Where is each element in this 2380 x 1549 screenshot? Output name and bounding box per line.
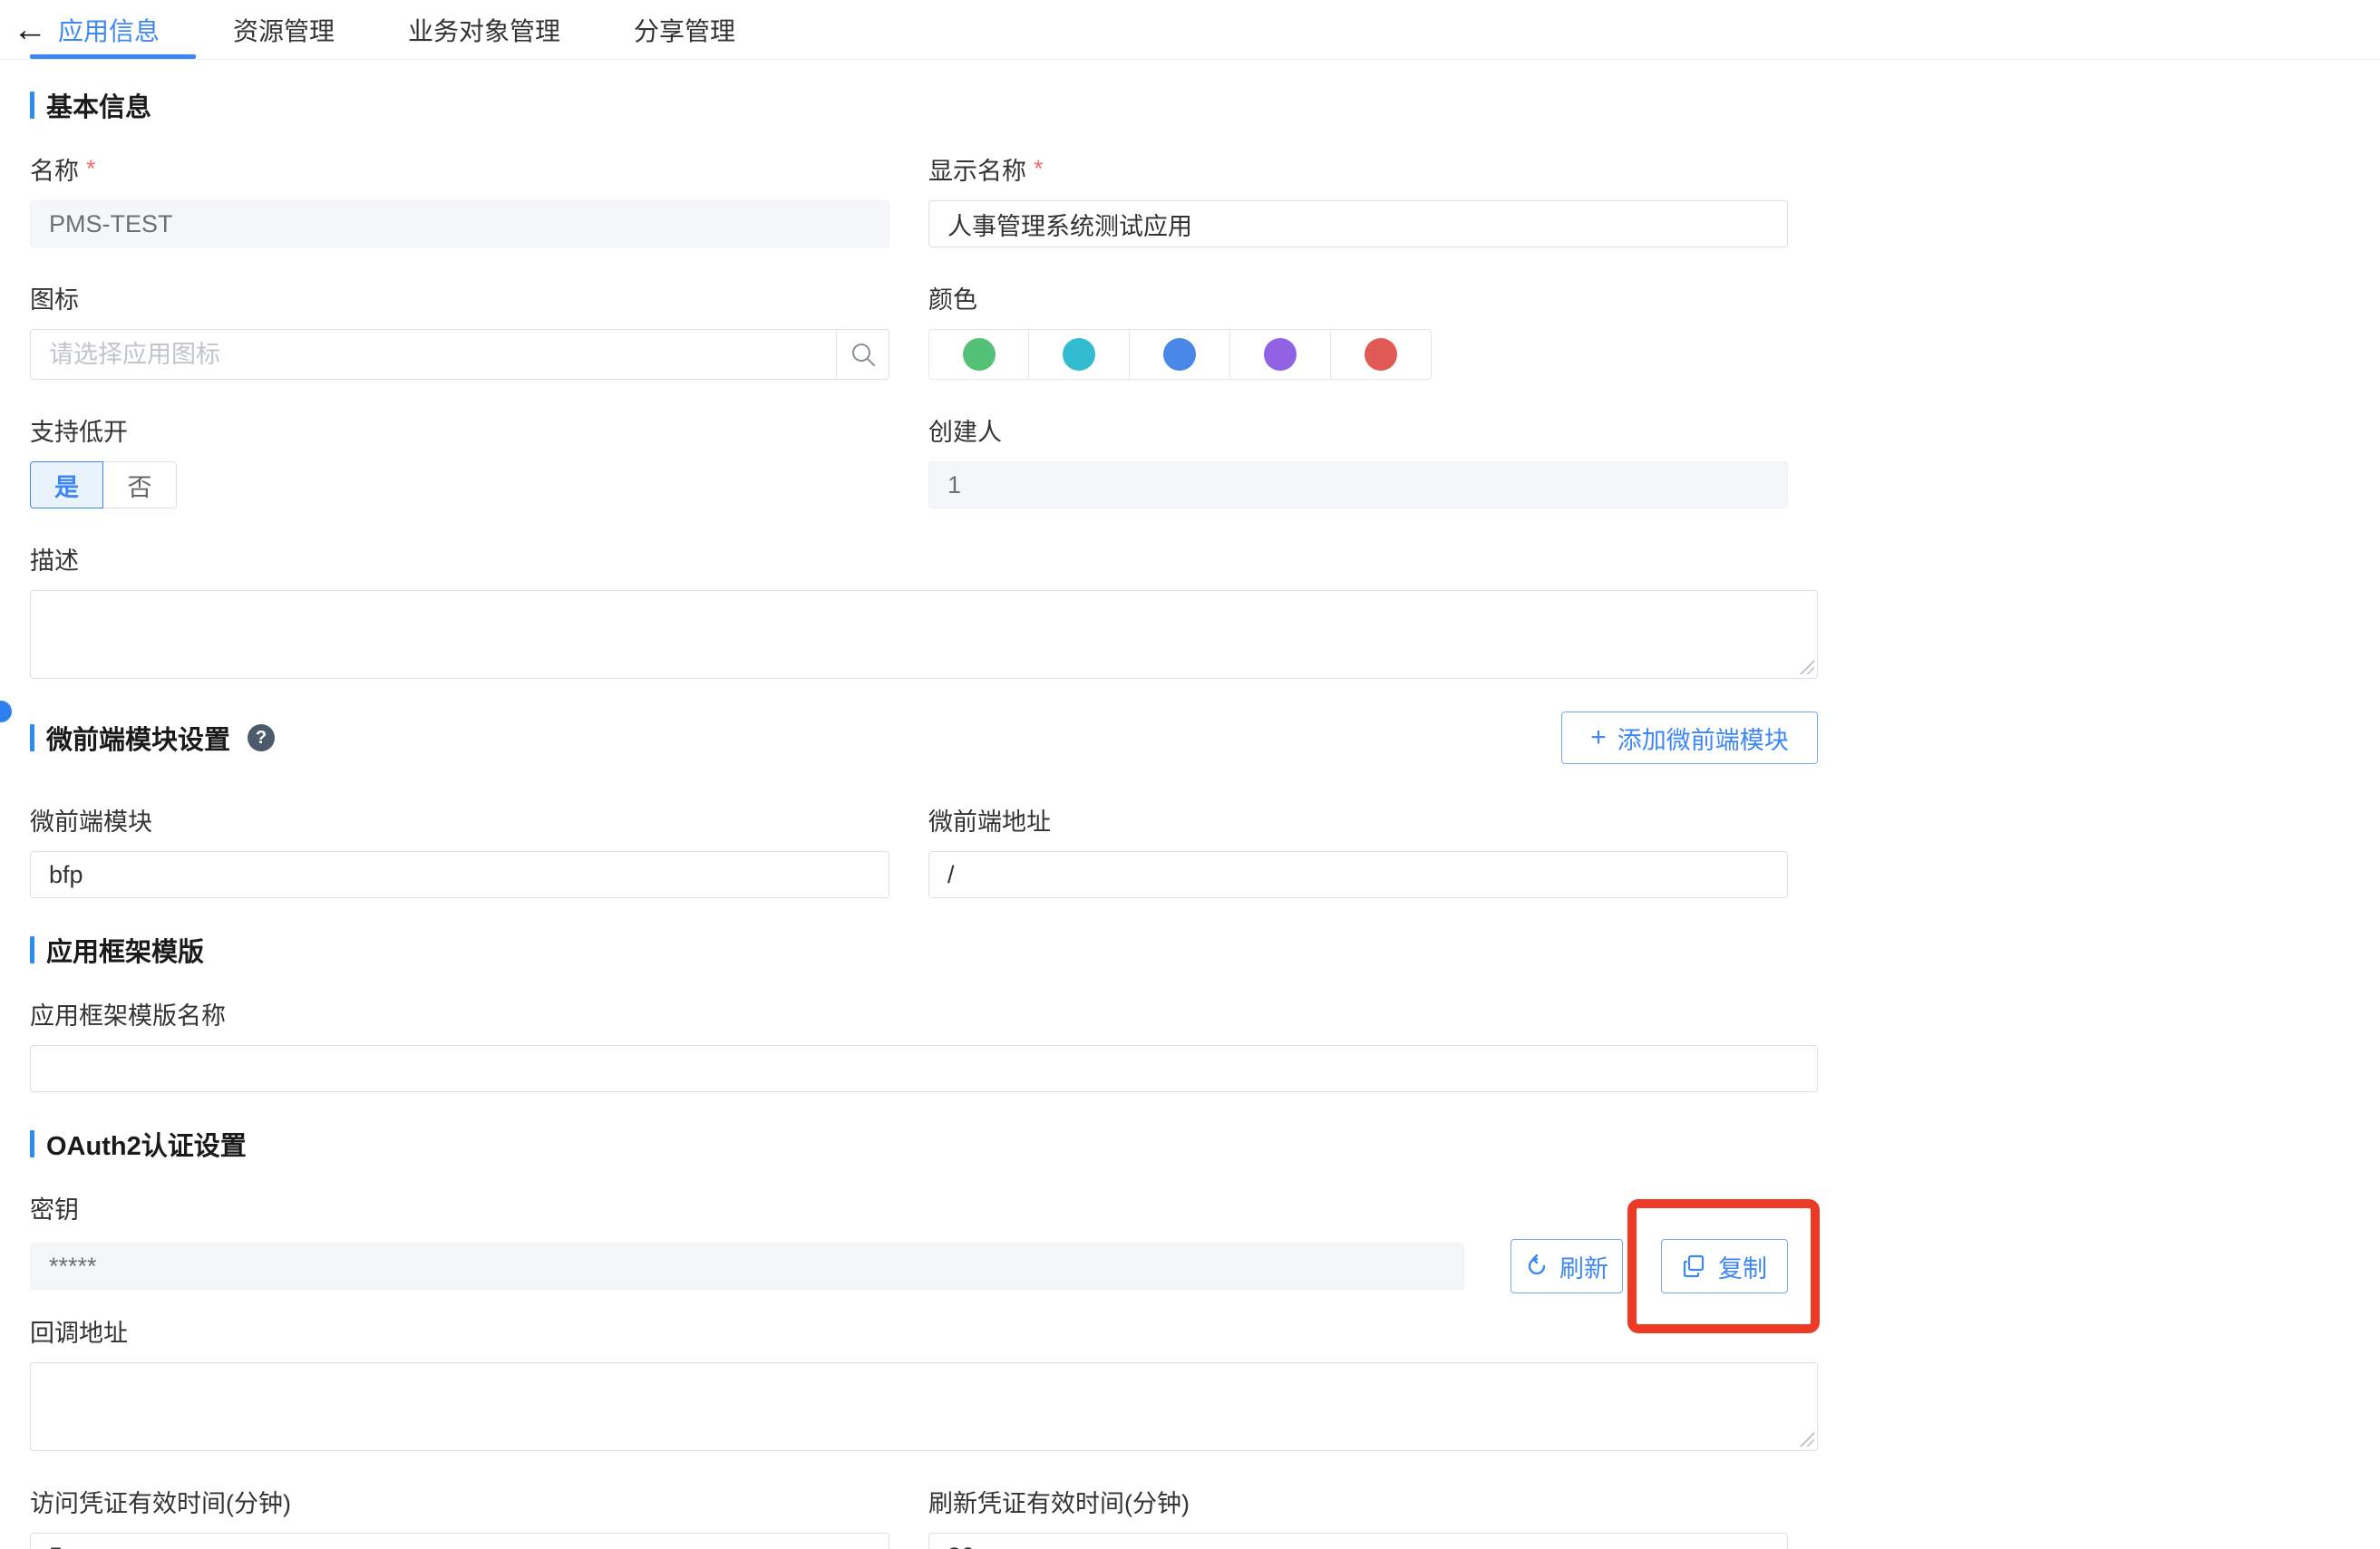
icon-picker[interactable] — [30, 329, 889, 380]
icon-input[interactable] — [31, 330, 836, 379]
section-title-micro-frontend: 微前端模块设置 ? — [30, 719, 275, 757]
color-dot — [1264, 338, 1297, 371]
section-title-text: 应用框架模版 — [46, 931, 204, 969]
field-color: 颜色 — [928, 280, 1788, 380]
color-swatch-red[interactable] — [1331, 329, 1432, 380]
access-token-ttl-label: 访问凭证有效时间(分钟) — [30, 1484, 889, 1519]
section-title-framework: 应用框架模版 — [30, 931, 1818, 969]
micro-frontend-address-label: 微前端地址 — [928, 802, 1788, 837]
field-framework-template-name: 应用框架模版名称 — [30, 996, 1818, 1092]
secret-row: 刷新 复制 — [30, 1239, 1818, 1293]
field-low-code-support: 支持低开 是 否 — [30, 412, 889, 508]
section-title-oauth2: OAuth2认证设置 — [30, 1125, 1818, 1163]
description-label: 描述 — [30, 541, 1818, 576]
name-label: 名称 * — [30, 151, 889, 187]
section-bar — [30, 936, 34, 963]
plus-icon: + — [1590, 724, 1607, 751]
color-dot — [1063, 338, 1095, 371]
access-token-ttl-input[interactable] — [30, 1533, 889, 1549]
section-bar — [30, 92, 34, 119]
help-icon[interactable]: ? — [248, 724, 275, 751]
framework-template-name-label: 应用框架模版名称 — [30, 996, 1818, 1031]
icon-search-addon[interactable] — [836, 330, 889, 379]
tab-share-management[interactable]: 分享管理 — [630, 12, 739, 48]
section-micro-frontend-header: 微前端模块设置 ? + 添加微前端模块 — [30, 712, 1818, 764]
creator-input — [928, 461, 1788, 508]
color-swatch-purple[interactable] — [1230, 329, 1331, 380]
icon-label: 图标 — [30, 280, 889, 315]
copy-icon — [1682, 1254, 1707, 1279]
field-micro-frontend-address: 微前端地址 — [928, 802, 1788, 898]
color-dot — [1365, 338, 1397, 371]
toggle-no-button[interactable]: 否 — [103, 461, 177, 508]
refresh-secret-button[interactable]: 刷新 — [1511, 1239, 1623, 1293]
color-swatch-blue[interactable] — [1130, 329, 1230, 380]
callback-address-label: 回调地址 — [30, 1313, 1818, 1349]
color-swatch-green[interactable] — [928, 329, 1029, 380]
search-icon — [850, 341, 877, 368]
field-name: 名称 * — [30, 151, 889, 247]
required-asterisk: * — [1034, 155, 1044, 183]
section-title-text: 微前端模块设置 — [46, 719, 230, 757]
refresh-icon — [1525, 1254, 1549, 1278]
display-name-input[interactable] — [928, 200, 1788, 247]
description-textarea[interactable] — [30, 590, 1818, 679]
micro-frontend-module-label: 微前端模块 — [30, 802, 889, 837]
required-asterisk: * — [86, 155, 96, 183]
tab-bar: ← 应用信息 资源管理 业务对象管理 分享管理 — [0, 0, 2380, 60]
field-icon: 图标 — [30, 280, 889, 380]
field-access-token-ttl: 访问凭证有效时间(分钟) — [30, 1484, 889, 1549]
secret-input — [30, 1243, 1464, 1290]
section-bar — [30, 724, 34, 751]
micro-frontend-module-input[interactable] — [30, 851, 889, 898]
form-content: 基本信息 名称 * 显示名称 * 图标 — [0, 60, 1818, 1549]
tab-resource-management[interactable]: 资源管理 — [229, 12, 338, 48]
tab-app-info[interactable]: 应用信息 — [54, 12, 163, 48]
section-title-text: OAuth2认证设置 — [46, 1125, 247, 1163]
refresh-token-ttl-input[interactable] — [928, 1533, 1788, 1549]
framework-template-name-input[interactable] — [30, 1045, 1818, 1092]
color-swatch-group — [928, 329, 1788, 380]
floating-helper-dot — [0, 701, 12, 722]
add-micro-frontend-button[interactable]: + 添加微前端模块 — [1561, 712, 1818, 764]
micro-frontend-address-input[interactable] — [928, 851, 1788, 898]
color-dot — [963, 338, 996, 371]
refresh-token-ttl-label: 刷新凭证有效时间(分钟) — [928, 1484, 1788, 1519]
secret-label: 密钥 — [30, 1190, 1818, 1225]
color-label: 颜色 — [928, 280, 1788, 315]
toggle-yes-button[interactable]: 是 — [30, 461, 103, 508]
field-display-name: 显示名称 * — [928, 151, 1788, 247]
callback-address-textarea[interactable] — [30, 1362, 1818, 1451]
color-dot — [1163, 338, 1196, 371]
field-callback-address: 回调地址 — [30, 1313, 1818, 1451]
color-swatch-cyan[interactable] — [1029, 329, 1130, 380]
display-name-label: 显示名称 * — [928, 151, 1788, 187]
section-title-basic-info: 基本信息 — [30, 86, 1818, 124]
field-micro-frontend-module: 微前端模块 — [30, 802, 889, 898]
low-code-label: 支持低开 — [30, 412, 889, 448]
copy-button-area: 复制 — [1661, 1239, 1788, 1293]
tab-business-object-management[interactable]: 业务对象管理 — [404, 12, 564, 48]
field-description: 描述 — [30, 541, 1818, 679]
field-creator: 创建人 — [928, 412, 1788, 508]
active-tab-underline — [30, 54, 196, 59]
section-bar — [30, 1130, 34, 1157]
creator-label: 创建人 — [928, 412, 1788, 448]
back-arrow-icon[interactable]: ← — [13, 13, 54, 47]
name-input — [30, 200, 889, 247]
section-title-text: 基本信息 — [46, 86, 151, 124]
field-refresh-token-ttl: 刷新凭证有效时间(分钟) — [928, 1484, 1788, 1549]
low-code-toggle: 是 否 — [30, 461, 889, 508]
copy-secret-button[interactable]: 复制 — [1661, 1239, 1788, 1293]
